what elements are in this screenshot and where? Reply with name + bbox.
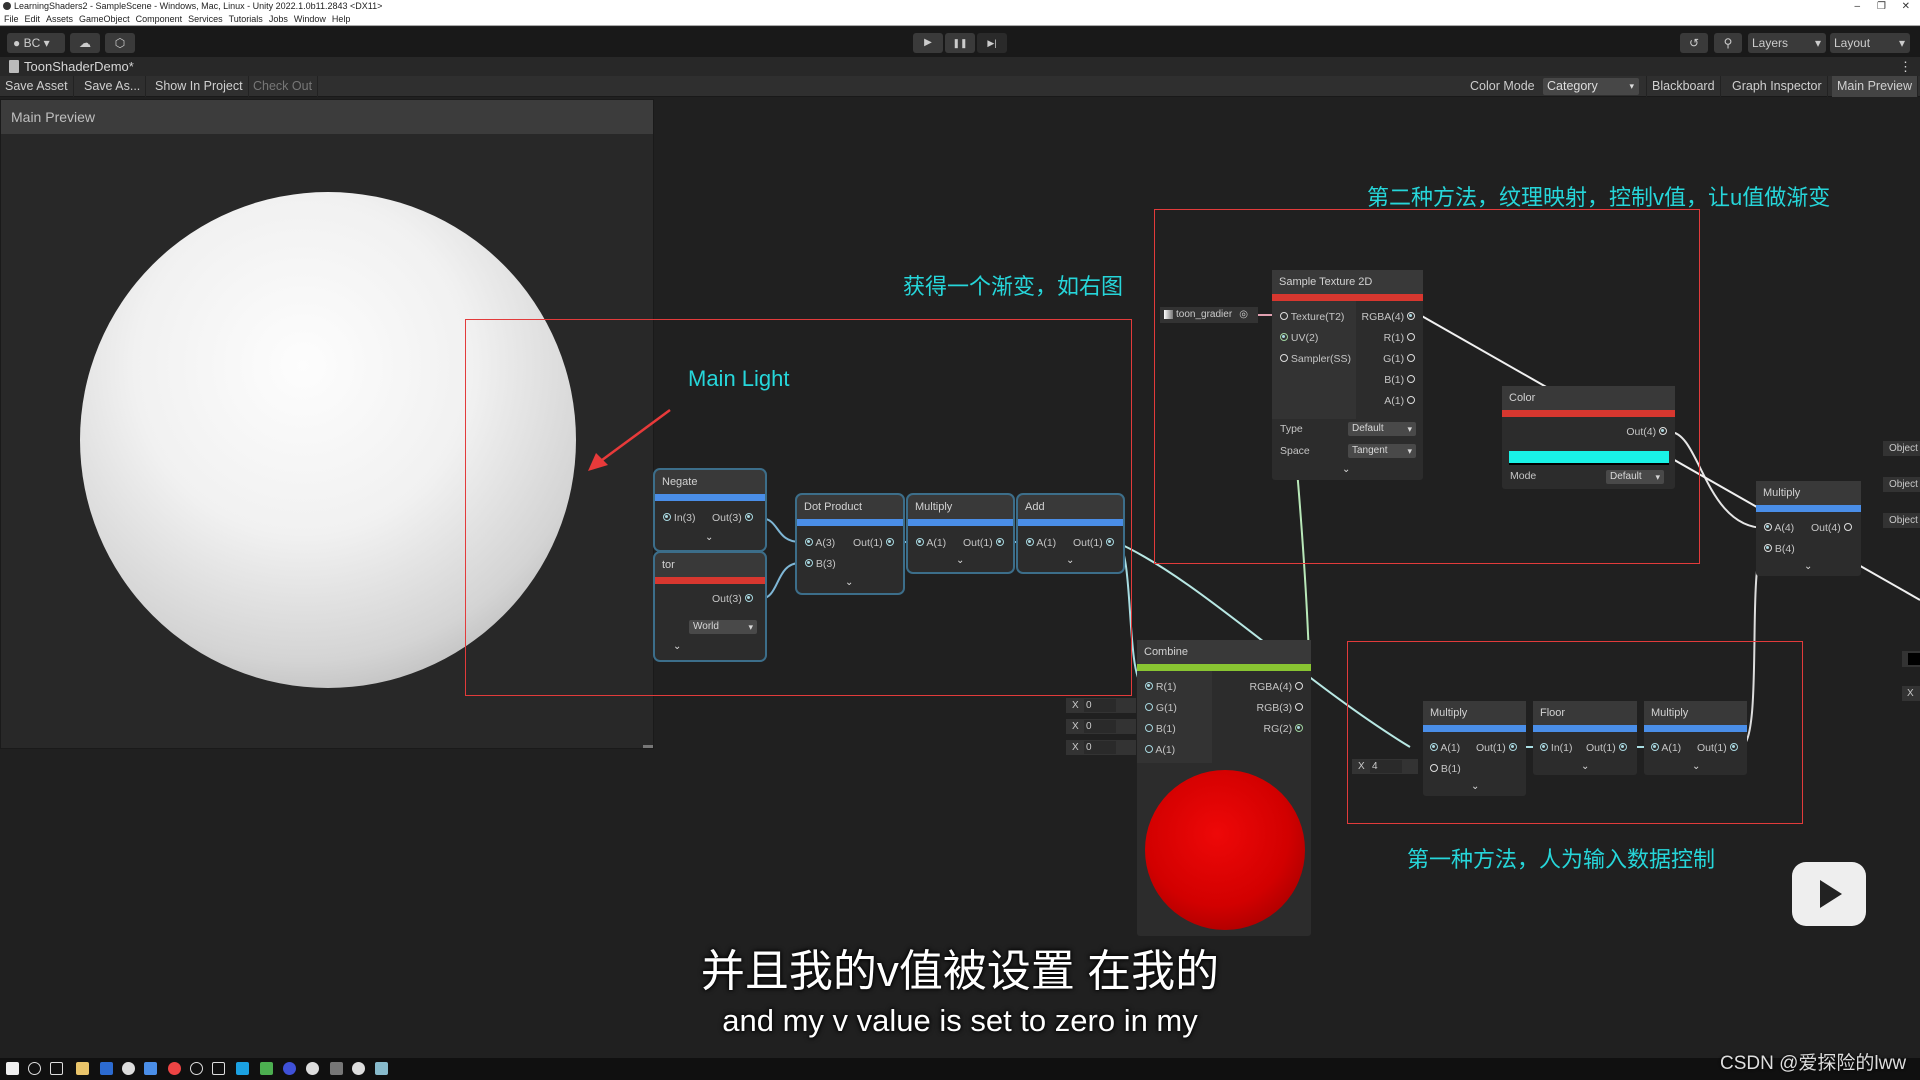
file-explorer-icon[interactable] bbox=[76, 1062, 89, 1075]
port-dot-icon bbox=[1145, 703, 1153, 712]
node-title: Combine bbox=[1137, 640, 1311, 664]
steam-icon[interactable] bbox=[144, 1062, 157, 1075]
b-input-field[interactable]: X0 bbox=[1066, 719, 1136, 734]
video-logo-icon bbox=[1792, 862, 1866, 926]
chevron-down-icon[interactable]: ⌄ bbox=[1804, 561, 1812, 572]
port-dot-icon bbox=[1843, 523, 1852, 532]
main-light-label: Main Light bbox=[688, 366, 790, 391]
unity-hub-icon[interactable] bbox=[306, 1062, 319, 1075]
subtitle-chinese: 并且我的v值被设置 在我的 bbox=[700, 947, 1220, 996]
annotation-box-main-light bbox=[465, 319, 1132, 696]
app-icon[interactable] bbox=[236, 1062, 249, 1075]
annotation-box-method2 bbox=[1154, 209, 1700, 564]
port-a[interactable]: A(1) bbox=[1145, 744, 1175, 756]
unreal-icon[interactable] bbox=[122, 1062, 135, 1075]
object-field[interactable]: Object bbox=[1883, 477, 1920, 492]
object-field[interactable]: Object bbox=[1883, 513, 1920, 528]
method2-annotation: 第二种方法，纹理映射，控制v值，让u值做渐变 bbox=[1367, 185, 1831, 210]
node-combine[interactable]: Combine R(1) G(1) B(1) A(1) RGBA(4) RGB(… bbox=[1137, 640, 1311, 936]
port-b[interactable]: B(1) bbox=[1145, 723, 1176, 735]
red-arrow-icon bbox=[588, 408, 671, 471]
app-icon[interactable] bbox=[212, 1062, 225, 1075]
annotation-box-method1 bbox=[1347, 641, 1803, 824]
unreal-icon[interactable] bbox=[352, 1062, 365, 1075]
app-icon[interactable] bbox=[375, 1062, 388, 1075]
port-r[interactable]: R(1) bbox=[1145, 681, 1176, 693]
object-field[interactable]: Object bbox=[1883, 441, 1920, 456]
port-rg[interactable]: RG(2) bbox=[1263, 723, 1303, 735]
gradient-annotation: 获得一个渐变，如右图 bbox=[903, 274, 1124, 299]
node-title: Multiply bbox=[1756, 481, 1861, 505]
port-dot-icon bbox=[1295, 682, 1303, 691]
x-input-label[interactable]: X bbox=[1902, 686, 1920, 701]
port-out[interactable]: Out(4) bbox=[1811, 522, 1852, 534]
a-input-field[interactable]: X0 bbox=[1066, 740, 1136, 755]
windows-start-icon[interactable] bbox=[6, 1062, 19, 1075]
port-a[interactable]: A(4) bbox=[1764, 522, 1794, 534]
app-icon[interactable] bbox=[260, 1062, 273, 1075]
watermark: CSDN @爱探险的lww bbox=[1720, 1053, 1907, 1074]
os-taskbar bbox=[0, 1058, 1920, 1080]
port-dot-icon bbox=[1145, 745, 1153, 754]
partial-field[interactable] bbox=[1902, 651, 1920, 667]
port-rgba[interactable]: RGBA(4) bbox=[1249, 681, 1303, 693]
g-input-field[interactable]: X0 bbox=[1066, 698, 1136, 713]
subtitle-english: and my v value is set to zero in my bbox=[722, 1003, 1198, 1038]
obs-icon[interactable] bbox=[190, 1062, 203, 1075]
port-dot-icon bbox=[1295, 724, 1303, 733]
node-preview-sphere bbox=[1145, 770, 1305, 930]
port-g[interactable]: G(1) bbox=[1145, 702, 1177, 714]
photoshop-icon[interactable] bbox=[100, 1062, 113, 1075]
port-dot-icon bbox=[1145, 682, 1153, 691]
chrome-icon[interactable] bbox=[168, 1062, 181, 1075]
search-icon[interactable] bbox=[28, 1062, 41, 1075]
port-dot-icon bbox=[1764, 544, 1772, 553]
port-dot-icon bbox=[1295, 703, 1303, 712]
app-icon[interactable] bbox=[283, 1062, 296, 1075]
port-b[interactable]: B(4) bbox=[1764, 543, 1795, 555]
port-dot-icon bbox=[1764, 523, 1772, 532]
unity-icon[interactable] bbox=[330, 1062, 343, 1075]
port-dot-icon bbox=[1145, 724, 1153, 733]
task-view-icon[interactable] bbox=[50, 1062, 63, 1075]
node-multiply-right[interactable]: Multiply A(4) B(4) Out(4) ⌄ bbox=[1756, 481, 1861, 576]
method1-annotation: 第一种方法，人为输入数据控制 bbox=[1407, 847, 1716, 872]
port-rgb[interactable]: RGB(3) bbox=[1256, 702, 1303, 714]
